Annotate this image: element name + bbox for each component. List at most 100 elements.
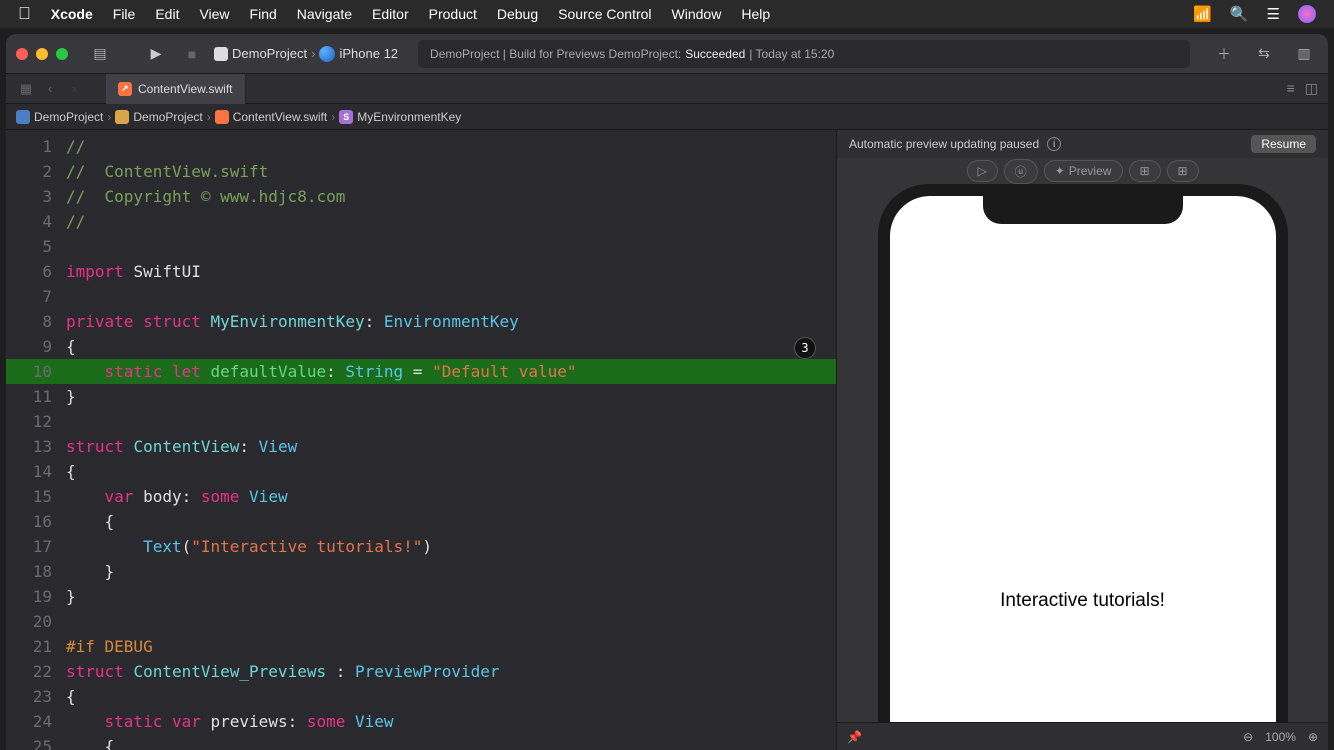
code-line[interactable]: 11} xyxy=(6,384,836,409)
menu-file[interactable]: File xyxy=(113,6,136,22)
line-content[interactable]: // ContentView.swift xyxy=(66,159,836,184)
line-content[interactable] xyxy=(66,409,836,434)
code-line[interactable]: 12 xyxy=(6,409,836,434)
code-line[interactable]: 8private struct MyEnvironmentKey: Enviro… xyxy=(6,309,836,334)
code-line[interactable]: 9{ xyxy=(6,334,836,359)
line-content[interactable]: static var previews: some View xyxy=(66,709,836,734)
code-line[interactable]: 18 } xyxy=(6,559,836,584)
code-line[interactable]: 2// ContentView.swift xyxy=(6,159,836,184)
breadcrumb-symbol[interactable]: MyEnvironmentKey xyxy=(357,110,461,124)
toggle-inspector-icon[interactable]: ▥ xyxy=(1290,41,1318,67)
adjust-editor-icon[interactable]: ◫ xyxy=(1305,80,1318,97)
breadcrumb-folder[interactable]: DemoProject xyxy=(133,110,202,124)
line-content[interactable]: } xyxy=(66,559,836,584)
code-line[interactable]: 4// xyxy=(6,209,836,234)
resume-button[interactable]: Resume xyxy=(1251,135,1316,153)
line-content[interactable]: // xyxy=(66,209,836,234)
inspect-icon[interactable]: ⊞ xyxy=(1128,160,1160,182)
zoom-out-icon[interactable]: ⊖ xyxy=(1243,730,1253,744)
library-icon[interactable]: ⇆ xyxy=(1250,41,1278,67)
stop-button-icon[interactable]: ■ xyxy=(178,41,206,67)
line-content[interactable]: { xyxy=(66,509,836,534)
line-content[interactable] xyxy=(66,234,836,259)
code-line[interactable]: 13struct ContentView: View xyxy=(6,434,836,459)
menu-product[interactable]: Product xyxy=(429,6,477,22)
code-line[interactable]: 3// Copyright © www.hdjc8.com xyxy=(6,184,836,209)
menu-help[interactable]: Help xyxy=(741,6,770,22)
line-content[interactable]: } xyxy=(66,584,836,609)
line-content[interactable]: // Copyright © www.hdjc8.com xyxy=(66,184,836,209)
code-line[interactable]: 5 xyxy=(6,234,836,259)
menu-find[interactable]: Find xyxy=(250,6,277,22)
live-preview-icon[interactable]: ▷ xyxy=(966,160,997,182)
preview-label-pill[interactable]: ✦ Preview xyxy=(1044,160,1123,182)
line-content[interactable]: static let defaultValue: String = "Defau… xyxy=(66,359,836,384)
app-name[interactable]: Xcode xyxy=(51,6,93,22)
line-content[interactable]: struct ContentView_Previews : PreviewPro… xyxy=(66,659,836,684)
line-content[interactable]: #if DEBUG xyxy=(66,634,836,659)
wifi-icon[interactable]: 📶 xyxy=(1193,5,1212,23)
line-content[interactable]: private struct MyEnvironmentKey: Environ… xyxy=(66,309,836,334)
line-content[interactable] xyxy=(66,609,836,634)
code-line[interactable]: 6import SwiftUI xyxy=(6,259,836,284)
run-button-icon[interactable]: ▶ xyxy=(142,41,170,67)
breadcrumb-project[interactable]: DemoProject xyxy=(34,110,103,124)
code-line[interactable]: 21#if DEBUG xyxy=(6,634,836,659)
scheme-selector[interactable]: DemoProject › iPhone 12 xyxy=(214,46,398,62)
line-content[interactable]: import SwiftUI xyxy=(66,259,836,284)
code-line[interactable]: 1// xyxy=(6,134,836,159)
preview-device-icon[interactable]: ⓤ xyxy=(1004,159,1038,184)
zoom-level[interactable]: 100% xyxy=(1265,730,1296,744)
code-line[interactable]: 15 var body: some View xyxy=(6,484,836,509)
code-fold-badge[interactable]: 3 xyxy=(794,337,816,359)
duplicate-preview-icon[interactable]: ⊞ xyxy=(1167,160,1199,182)
line-content[interactable]: { xyxy=(66,684,836,709)
forward-icon[interactable]: › xyxy=(62,81,86,96)
code-line[interactable]: 16 { xyxy=(6,509,836,534)
control-center-icon[interactable]: ☰ xyxy=(1267,5,1280,23)
code-line[interactable]: 20 xyxy=(6,609,836,634)
line-content[interactable] xyxy=(66,284,836,309)
menu-source-control[interactable]: Source Control xyxy=(558,6,651,22)
editor-options-icon[interactable]: ≡ xyxy=(1287,80,1295,97)
toggle-navigator-icon[interactable]: ▤ xyxy=(86,41,114,67)
jump-bar[interactable]: DemoProject › DemoProject › ContentView.… xyxy=(6,104,1328,130)
code-line[interactable]: 25 { xyxy=(6,734,836,750)
code-line[interactable]: 22struct ContentView_Previews : PreviewP… xyxy=(6,659,836,684)
menu-view[interactable]: View xyxy=(199,6,229,22)
editor-tab[interactable]: ➚ ContentView.swift xyxy=(106,74,246,104)
close-window-button[interactable] xyxy=(16,48,28,60)
menu-window[interactable]: Window xyxy=(672,6,722,22)
code-line[interactable]: 24 static var previews: some View xyxy=(6,709,836,734)
breadcrumb-file[interactable]: ContentView.swift xyxy=(233,110,328,124)
line-content[interactable]: { xyxy=(66,459,836,484)
menu-edit[interactable]: Edit xyxy=(155,6,179,22)
menu-navigate[interactable]: Navigate xyxy=(297,6,352,22)
zoom-in-icon[interactable]: ⊕ xyxy=(1308,730,1318,744)
code-line[interactable]: 14{ xyxy=(6,459,836,484)
apple-menu-icon[interactable]:  xyxy=(18,4,31,24)
line-content[interactable]: // xyxy=(66,134,836,159)
info-icon[interactable]: i xyxy=(1047,137,1061,151)
code-line[interactable]: 7 xyxy=(6,284,836,309)
minimize-window-button[interactable] xyxy=(36,48,48,60)
line-content[interactable]: { xyxy=(66,734,836,750)
back-icon[interactable]: ‹ xyxy=(38,81,62,96)
zoom-window-button[interactable] xyxy=(56,48,68,60)
menu-editor[interactable]: Editor xyxy=(372,6,409,22)
code-line[interactable]: 23{ xyxy=(6,684,836,709)
siri-icon[interactable] xyxy=(1298,5,1316,23)
code-line[interactable]: 19} xyxy=(6,584,836,609)
line-content[interactable]: var body: some View xyxy=(66,484,836,509)
add-icon[interactable]: ＋ xyxy=(1210,41,1238,67)
line-content[interactable]: struct ContentView: View xyxy=(66,434,836,459)
spotlight-icon[interactable]: 🔍 xyxy=(1230,5,1249,23)
canvas-area[interactable]: Interactive tutorials! xyxy=(837,158,1328,722)
menu-debug[interactable]: Debug xyxy=(497,6,538,22)
line-content[interactable]: { xyxy=(66,334,836,359)
pin-preview-icon[interactable]: 📌 xyxy=(847,730,862,744)
related-items-icon[interactable]: ▦ xyxy=(14,81,38,97)
line-content[interactable]: } xyxy=(66,384,836,409)
code-editor[interactable]: 1//2// ContentView.swift3// Copyright © … xyxy=(6,130,836,750)
code-line[interactable]: 10 static let defaultValue: String = "De… xyxy=(6,359,836,384)
